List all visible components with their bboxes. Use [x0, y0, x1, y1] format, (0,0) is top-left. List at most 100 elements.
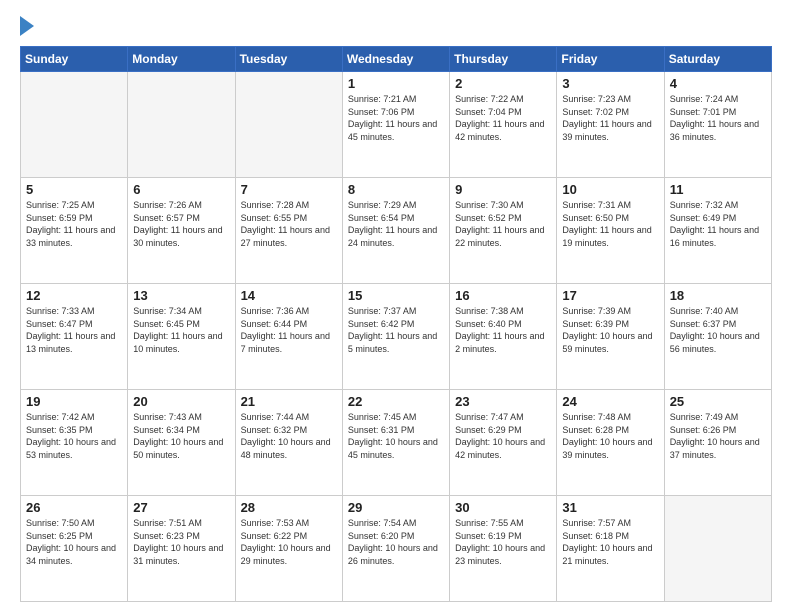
day-number: 25: [670, 394, 766, 409]
day-info: Sunrise: 7:26 AM Sunset: 6:57 PM Dayligh…: [133, 199, 229, 249]
day-info: Sunrise: 7:22 AM Sunset: 7:04 PM Dayligh…: [455, 93, 551, 143]
calendar-header-monday: Monday: [128, 47, 235, 72]
day-number: 7: [241, 182, 337, 197]
calendar-cell: 12 Sunrise: 7:33 AM Sunset: 6:47 PM Dayli…: [21, 284, 128, 390]
calendar-cell: 6 Sunrise: 7:26 AM Sunset: 6:57 PM Daylig…: [128, 178, 235, 284]
calendar-cell: 30 Sunrise: 7:55 AM Sunset: 6:19 PM Dayli…: [450, 496, 557, 602]
day-info: Sunrise: 7:43 AM Sunset: 6:34 PM Dayligh…: [133, 411, 229, 461]
day-number: 23: [455, 394, 551, 409]
calendar-table: SundayMondayTuesdayWednesdayThursdayFrid…: [20, 46, 772, 602]
day-number: 2: [455, 76, 551, 91]
day-info: Sunrise: 7:30 AM Sunset: 6:52 PM Dayligh…: [455, 199, 551, 249]
calendar-cell: [128, 72, 235, 178]
day-info: Sunrise: 7:28 AM Sunset: 6:55 PM Dayligh…: [241, 199, 337, 249]
logo: [20, 16, 38, 36]
day-number: 19: [26, 394, 122, 409]
calendar-cell: 15 Sunrise: 7:37 AM Sunset: 6:42 PM Dayli…: [342, 284, 449, 390]
day-number: 27: [133, 500, 229, 515]
calendar-cell: 17 Sunrise: 7:39 AM Sunset: 6:39 PM Dayli…: [557, 284, 664, 390]
day-number: 26: [26, 500, 122, 515]
calendar-cell: 19 Sunrise: 7:42 AM Sunset: 6:35 PM Dayli…: [21, 390, 128, 496]
calendar-cell: 29Sunrise: 7:54 AM Sunset: 6:20 PM Dayli…: [342, 496, 449, 602]
calendar-cell: 7 Sunrise: 7:28 AM Sunset: 6:55 PM Daylig…: [235, 178, 342, 284]
day-info: Sunrise: 7:42 AM Sunset: 6:35 PM Dayligh…: [26, 411, 122, 461]
calendar-week-row: 5 Sunrise: 7:25 AM Sunset: 6:59 PM Daylig…: [21, 178, 772, 284]
calendar-header-friday: Friday: [557, 47, 664, 72]
day-info: Sunrise: 7:55 AM Sunset: 6:19 PM Dayligh…: [455, 517, 551, 567]
day-info: Sunrise: 7:53 AM Sunset: 6:22 PM Dayligh…: [241, 517, 337, 567]
calendar-cell: 1Sunrise: 7:21 AM Sunset: 7:06 PM Daylig…: [342, 72, 449, 178]
day-number: 3: [562, 76, 658, 91]
day-number: 29: [348, 500, 444, 515]
day-info: Sunrise: 7:40 AM Sunset: 6:37 PM Dayligh…: [670, 305, 766, 355]
day-number: 18: [670, 288, 766, 303]
day-number: 11: [670, 182, 766, 197]
day-info: Sunrise: 7:33 AM Sunset: 6:47 PM Dayligh…: [26, 305, 122, 355]
day-number: 28: [241, 500, 337, 515]
day-info: Sunrise: 7:29 AM Sunset: 6:54 PM Dayligh…: [348, 199, 444, 249]
day-number: 15: [348, 288, 444, 303]
logo-icon: [20, 16, 34, 36]
day-number: 17: [562, 288, 658, 303]
calendar-cell: 27 Sunrise: 7:51 AM Sunset: 6:23 PM Dayli…: [128, 496, 235, 602]
day-info: Sunrise: 7:50 AM Sunset: 6:25 PM Dayligh…: [26, 517, 122, 567]
calendar-cell: 5 Sunrise: 7:25 AM Sunset: 6:59 PM Daylig…: [21, 178, 128, 284]
calendar-cell: 20 Sunrise: 7:43 AM Sunset: 6:34 PM Dayli…: [128, 390, 235, 496]
day-info: Sunrise: 7:36 AM Sunset: 6:44 PM Dayligh…: [241, 305, 337, 355]
calendar-cell: 21Sunrise: 7:44 AM Sunset: 6:32 PM Dayli…: [235, 390, 342, 496]
calendar-cell: 10Sunrise: 7:31 AM Sunset: 6:50 PM Dayli…: [557, 178, 664, 284]
calendar-cell: [21, 72, 128, 178]
calendar-cell: 22 Sunrise: 7:45 AM Sunset: 6:31 PM Dayli…: [342, 390, 449, 496]
calendar-cell: 13Sunrise: 7:34 AM Sunset: 6:45 PM Dayli…: [128, 284, 235, 390]
day-number: 31: [562, 500, 658, 515]
calendar-cell: 16Sunrise: 7:38 AM Sunset: 6:40 PM Dayli…: [450, 284, 557, 390]
day-info: Sunrise: 7:51 AM Sunset: 6:23 PM Dayligh…: [133, 517, 229, 567]
day-number: 9: [455, 182, 551, 197]
day-info: Sunrise: 7:57 AM Sunset: 6:18 PM Dayligh…: [562, 517, 658, 567]
day-number: 10: [562, 182, 658, 197]
calendar-header-row: SundayMondayTuesdayWednesdayThursdayFrid…: [21, 47, 772, 72]
day-info: Sunrise: 7:37 AM Sunset: 6:42 PM Dayligh…: [348, 305, 444, 355]
day-number: 13: [133, 288, 229, 303]
page: SundayMondayTuesdayWednesdayThursdayFrid…: [0, 0, 792, 612]
day-number: 6: [133, 182, 229, 197]
calendar-week-row: 12 Sunrise: 7:33 AM Sunset: 6:47 PM Dayli…: [21, 284, 772, 390]
calendar-cell: 28 Sunrise: 7:53 AM Sunset: 6:22 PM Dayli…: [235, 496, 342, 602]
calendar-cell: 14 Sunrise: 7:36 AM Sunset: 6:44 PM Dayli…: [235, 284, 342, 390]
calendar-cell: 9 Sunrise: 7:30 AM Sunset: 6:52 PM Daylig…: [450, 178, 557, 284]
calendar-cell: 18 Sunrise: 7:40 AM Sunset: 6:37 PM Dayli…: [664, 284, 771, 390]
calendar-header-saturday: Saturday: [664, 47, 771, 72]
day-info: Sunrise: 7:21 AM Sunset: 7:06 PM Dayligh…: [348, 93, 444, 143]
calendar-cell: 24 Sunrise: 7:48 AM Sunset: 6:28 PM Dayli…: [557, 390, 664, 496]
day-info: Sunrise: 7:48 AM Sunset: 6:28 PM Dayligh…: [562, 411, 658, 461]
day-info: Sunrise: 7:49 AM Sunset: 6:26 PM Dayligh…: [670, 411, 766, 461]
calendar-header-wednesday: Wednesday: [342, 47, 449, 72]
calendar-cell: 25 Sunrise: 7:49 AM Sunset: 6:26 PM Dayli…: [664, 390, 771, 496]
day-number: 12: [26, 288, 122, 303]
day-number: 22: [348, 394, 444, 409]
day-number: 30: [455, 500, 551, 515]
calendar-week-row: 1Sunrise: 7:21 AM Sunset: 7:06 PM Daylig…: [21, 72, 772, 178]
calendar-cell: 2 Sunrise: 7:22 AM Sunset: 7:04 PM Daylig…: [450, 72, 557, 178]
calendar-header-tuesday: Tuesday: [235, 47, 342, 72]
day-info: Sunrise: 7:47 AM Sunset: 6:29 PM Dayligh…: [455, 411, 551, 461]
calendar-cell: [235, 72, 342, 178]
calendar-week-row: 26 Sunrise: 7:50 AM Sunset: 6:25 PM Dayli…: [21, 496, 772, 602]
day-info: Sunrise: 7:44 AM Sunset: 6:32 PM Dayligh…: [241, 411, 337, 461]
day-info: Sunrise: 7:25 AM Sunset: 6:59 PM Dayligh…: [26, 199, 122, 249]
calendar-cell: 4Sunrise: 7:24 AM Sunset: 7:01 PM Daylig…: [664, 72, 771, 178]
day-info: Sunrise: 7:24 AM Sunset: 7:01 PM Dayligh…: [670, 93, 766, 143]
day-number: 16: [455, 288, 551, 303]
day-number: 14: [241, 288, 337, 303]
day-number: 24: [562, 394, 658, 409]
calendar-cell: [664, 496, 771, 602]
day-number: 5: [26, 182, 122, 197]
calendar-cell: 26 Sunrise: 7:50 AM Sunset: 6:25 PM Dayli…: [21, 496, 128, 602]
day-info: Sunrise: 7:45 AM Sunset: 6:31 PM Dayligh…: [348, 411, 444, 461]
calendar-cell: 3Sunrise: 7:23 AM Sunset: 7:02 PM Daylig…: [557, 72, 664, 178]
day-number: 20: [133, 394, 229, 409]
calendar-header-thursday: Thursday: [450, 47, 557, 72]
day-info: Sunrise: 7:39 AM Sunset: 6:39 PM Dayligh…: [562, 305, 658, 355]
calendar-cell: 23 Sunrise: 7:47 AM Sunset: 6:29 PM Dayli…: [450, 390, 557, 496]
calendar-header-sunday: Sunday: [21, 47, 128, 72]
